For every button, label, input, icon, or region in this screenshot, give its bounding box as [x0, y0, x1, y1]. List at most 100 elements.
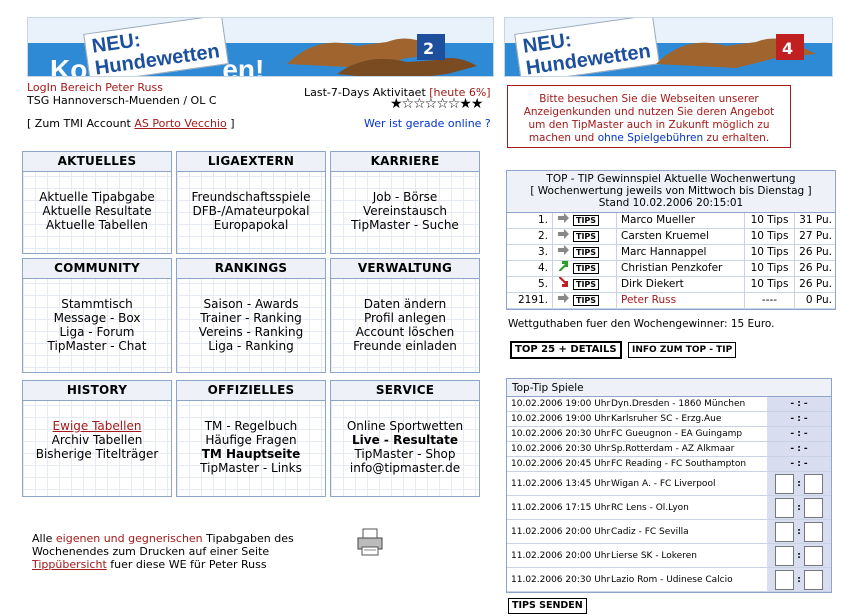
menu-link-resultate[interactable]: Aktuelle Resultate: [23, 204, 171, 218]
menu-link-trainer-ranking[interactable]: Trainer - Ranking: [177, 311, 325, 325]
tippuebersicht-link[interactable]: Tippübersicht: [32, 558, 107, 571]
menu-link-chat[interactable]: TipMaster - Chat: [23, 339, 171, 353]
game-date: 11.02.2006 17:15 Uhr: [511, 502, 611, 513]
tips-count: 10 Tips: [745, 277, 795, 292]
game-row: 10.02.2006 19:00 Uhr Karlsruher SC - Erz…: [507, 412, 831, 427]
send-tips-button[interactable]: TIPS SENDEN: [508, 598, 587, 614]
game-score: - : -: [790, 459, 808, 469]
tips-button[interactable]: TIPS: [573, 247, 600, 258]
menu-link-faq[interactable]: Häufige Fragen: [177, 433, 325, 447]
menu-link-tabellen[interactable]: Aktuelle Tabellen: [23, 218, 171, 232]
menu-box-rankings: RANKINGS Saison - Awards Trainer - Ranki…: [176, 258, 326, 373]
menu-link-tipabgabe[interactable]: Aktuelle Tipabgabe: [23, 190, 171, 204]
menu-link-jobboerse[interactable]: Job - Börse: [331, 190, 479, 204]
top-tip-games: Top-Tip Spiele 10.02.2006 19:00 Uhr Dyn.…: [506, 378, 832, 593]
player-name: Marco Mueller: [617, 213, 745, 228]
menu-link-links[interactable]: TipMaster - Links: [177, 461, 325, 475]
menu-link-account-loeschen[interactable]: Account löschen: [331, 325, 479, 339]
top-tip-table: TOP - TIP Gewinnspiel Aktuelle Wochenwer…: [506, 170, 836, 310]
home-score-input[interactable]: [775, 497, 795, 518]
tmi-account-link[interactable]: AS Porto Vecchio: [134, 117, 226, 130]
menu-link-liga-ranking[interactable]: Liga - Ranking: [177, 339, 325, 353]
menu-link-message-box[interactable]: Message - Box: [23, 311, 171, 325]
menu-link-vereinstausch[interactable]: Vereinstausch: [331, 204, 479, 218]
menu-box-community: COMMUNITY Stammtisch Message - Box Liga …: [22, 258, 172, 373]
tips-button[interactable]: TIPS: [573, 215, 600, 226]
game-row: 11.02.2006 20:30 Uhr Lazio Rom - Udinese…: [507, 568, 831, 592]
game-match: FC Reading - FC Southampton: [611, 459, 747, 469]
menu-link-freunde-einladen[interactable]: Freunde einladen: [331, 339, 479, 353]
menu-link-europapokal[interactable]: Europapokal: [177, 218, 325, 232]
menu-link-email[interactable]: info@tipmaster.de: [331, 461, 479, 475]
menu-link-hauptseite[interactable]: TM Hauptseite: [177, 447, 325, 461]
menu-title: LIGAEXTERN: [177, 152, 325, 172]
printer-icon[interactable]: [356, 527, 386, 557]
rank: 3.: [507, 245, 553, 260]
trend-arrow-icon: [557, 229, 569, 244]
advertiser-notice: Bitte besuchen Sie die Webseiten unserer…: [507, 85, 791, 148]
away-score-input[interactable]: [803, 497, 823, 518]
home-score-input[interactable]: [775, 521, 795, 542]
tips-count: ----: [745, 293, 795, 308]
menu-link-dfb-pokal[interactable]: DFB-/Amateurpokal: [177, 204, 325, 218]
menu-link-saison-awards[interactable]: Saison - Awards: [177, 297, 325, 311]
tips-button[interactable]: TIPS: [573, 279, 600, 290]
tips-button[interactable]: TIPS: [573, 295, 600, 306]
menu-link-stammtisch[interactable]: Stammtisch: [23, 297, 171, 311]
tmi-account: [ Zum TMI Account AS Porto Vecchio ]: [27, 117, 235, 130]
menu-link-freundschaftsspiele[interactable]: Freundschaftsspiele: [177, 190, 325, 204]
player-name: Marc Hannappel: [617, 245, 745, 260]
menu-link-tipmaster-suche[interactable]: TipMaster - Suche: [331, 218, 479, 232]
menu-link-live-resultate[interactable]: Live - Resultate: [331, 433, 479, 447]
menu-link-archiv-tabellen[interactable]: Archiv Tabellen: [23, 433, 171, 447]
rank: 4.: [507, 261, 553, 276]
menu-link-regelbuch[interactable]: TM - Regelbuch: [177, 419, 325, 433]
game-date: 10.02.2006 20:45 Uhr: [511, 459, 611, 469]
ad-banner-right[interactable]: NEU: Hundewetten 4: [504, 17, 833, 77]
tips-button[interactable]: TIPS: [573, 263, 600, 274]
svg-text:2: 2: [423, 39, 434, 58]
ad-banner-left[interactable]: Ko en! NEU: Hundewetten 2: [27, 17, 494, 77]
home-score-input[interactable]: [775, 545, 795, 566]
menu-link-daten-aendern[interactable]: Daten ändern: [331, 297, 479, 311]
away-score-input[interactable]: [803, 521, 823, 542]
home-score-input[interactable]: [775, 473, 795, 494]
menu-link-shop[interactable]: TipMaster - Shop: [331, 447, 479, 461]
who-online-link[interactable]: Wer ist gerade online ?: [364, 117, 491, 130]
menu-link-titeltraeger[interactable]: Bisherige Titelträger: [23, 447, 171, 461]
menu-link-liga-forum[interactable]: Liga - Forum: [23, 325, 171, 339]
top-tip-row: 2. TIPS Carsten Kruemel 10 Tips 27 Pu.: [507, 229, 835, 245]
trend-arrow-icon: [557, 261, 569, 276]
login-area-label: LogIn Bereich Peter Russ: [27, 81, 163, 94]
info-top-tip-button[interactable]: INFO ZUM TOP - TIP: [628, 342, 737, 358]
away-score-input[interactable]: [803, 569, 823, 590]
player-name: Christian Penzkofer: [617, 261, 745, 276]
away-score-input[interactable]: [803, 473, 823, 494]
menu-link-profil-anlegen[interactable]: Profil anlegen: [331, 311, 479, 325]
game-score: - : -: [790, 429, 808, 439]
game-match: RC Lens - Ol.Lyon: [611, 502, 689, 513]
game-score: - : -: [790, 414, 808, 424]
game-date: 10.02.2006 19:00 Uhr: [511, 414, 611, 424]
menu-title: VERWALTUNG: [331, 259, 479, 279]
menu-box-service: SERVICE Online Sportwetten Live - Result…: [330, 380, 480, 497]
top25-button[interactable]: TOP 25 + DETAILS: [510, 341, 622, 359]
top-tip-row: 2191. TIPS Peter Russ ---- 0 Pu.: [507, 293, 835, 309]
greyhound-image: 4: [656, 34, 816, 68]
menu-link-sportwetten[interactable]: Online Sportwetten: [331, 419, 479, 433]
menu-link-vereins-ranking[interactable]: Vereins - Ranking: [177, 325, 325, 339]
away-score-input[interactable]: [803, 545, 823, 566]
game-match: Karlsruher SC - Erzg.Aue: [611, 414, 722, 424]
game-match: Sp.Rotterdam - AZ Alkmaar: [611, 444, 735, 454]
menu-box-history: HISTORY Ewige Tabellen Archiv Tabellen B…: [22, 380, 172, 497]
game-date: 10.02.2006 19:00 Uhr: [511, 399, 611, 409]
tips-count: 10 Tips: [745, 261, 795, 276]
top-tip-row: 5. TIPS Dirk Diekert 10 Tips 26 Pu.: [507, 277, 835, 293]
rank: 5.: [507, 277, 553, 292]
menu-box-offizielles: OFFIZIELLES TM - Regelbuch Häufige Frage…: [176, 380, 326, 497]
trend-arrow-icon: [557, 293, 569, 308]
points: 26 Pu.: [799, 262, 832, 274]
tips-button[interactable]: TIPS: [573, 231, 600, 242]
menu-link-ewige-tabellen[interactable]: Ewige Tabellen: [23, 419, 171, 433]
home-score-input[interactable]: [775, 569, 795, 590]
